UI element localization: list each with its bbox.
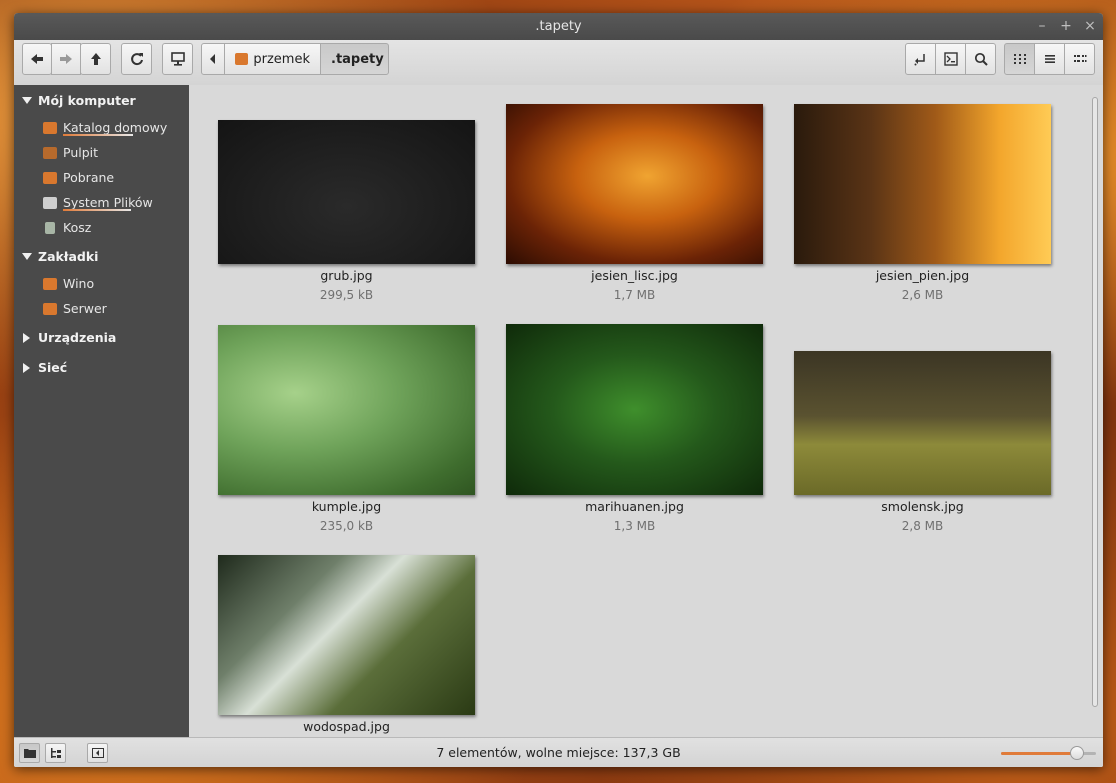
sidebar-item-downloads[interactable]: Pobrane	[43, 170, 114, 185]
label-underline	[63, 134, 133, 136]
file-size: 2,8 MB	[901, 519, 944, 533]
file-size: 1,3 MB	[613, 519, 656, 533]
file-thumbnail-jesien-lisc[interactable]	[506, 104, 763, 264]
sidebar-item-wino[interactable]: Wino	[43, 276, 94, 291]
scrollbar[interactable]	[1091, 85, 1099, 737]
window-title: .tapety	[535, 19, 582, 34]
expand-arrow-icon	[22, 253, 32, 260]
sidebar-item-serwer[interactable]: Serwer	[43, 301, 107, 316]
file-manager-window: .tapety – + × przemek .tapety Mój komput…	[14, 13, 1103, 767]
sidebar-section-network[interactable]: Sieć	[22, 360, 67, 375]
file-name: jesien_pien.jpg	[875, 268, 970, 283]
desktop-folder-icon	[43, 146, 57, 159]
drive-icon	[43, 196, 57, 209]
chevron-left-icon	[210, 54, 215, 64]
terminal-icon	[943, 52, 958, 66]
file-size: 299,5 kB	[319, 288, 374, 302]
status-text: 7 elementów, wolne miejsce: 137,3 GB	[436, 745, 681, 760]
maximize-button[interactable]: +	[1059, 13, 1073, 40]
downloads-folder-icon	[43, 171, 57, 184]
file-view: grub.jpg 299,5 kB jesien_lisc.jpg 1,7 MB…	[189, 85, 1103, 737]
arrow-right-icon	[60, 54, 72, 64]
file-size: 235,0 kB	[319, 519, 374, 533]
titlebar[interactable]: .tapety – + ×	[14, 13, 1103, 40]
compact-view-button[interactable]	[1064, 43, 1095, 75]
sidebar: Mój komputer Katalog domowy Pulpit Pobra…	[14, 85, 189, 737]
collapse-arrow-icon	[23, 362, 30, 373]
sidebar-item-trash[interactable]: Kosz	[43, 220, 91, 235]
breadcrumb-tapety[interactable]: .tapety	[320, 43, 389, 75]
file-thumbnail-kumple[interactable]	[218, 325, 475, 495]
forward-button[interactable]	[51, 43, 81, 75]
label-underline	[63, 209, 131, 211]
file-name: marihuanen.jpg	[585, 499, 684, 514]
zoom-slider[interactable]	[1001, 746, 1096, 760]
zoom-slider-knob[interactable]	[1070, 746, 1084, 760]
file-name: kumple.jpg	[311, 499, 382, 514]
list-view-button[interactable]	[1034, 43, 1065, 75]
close-button[interactable]: ×	[1083, 13, 1097, 40]
file-thumbnail-jesien-pien[interactable]	[794, 104, 1051, 264]
up-button[interactable]	[80, 43, 111, 75]
arrow-left-icon	[31, 54, 43, 64]
file-name: jesien_lisc.jpg	[591, 268, 678, 283]
trash-icon	[45, 221, 55, 234]
file-thumbnail-grub[interactable]	[218, 120, 475, 264]
sidebar-item-desktop[interactable]: Pulpit	[43, 145, 98, 160]
home-folder-icon	[43, 121, 57, 134]
sidebar-item-filesystem[interactable]: System Plików	[43, 195, 153, 210]
folder-icon	[43, 277, 57, 290]
reload-button[interactable]	[121, 43, 152, 75]
search-icon	[974, 52, 988, 66]
folder-icon	[43, 302, 57, 315]
sidebar-section-bookmarks[interactable]: Zakładki	[22, 249, 98, 264]
icon-view-button[interactable]	[1004, 43, 1035, 75]
home-folder-icon	[235, 53, 249, 65]
statusbar: 7 elementów, wolne miejsce: 137,3 GB	[14, 737, 1103, 767]
file-thumbnail-marihuanen[interactable]	[506, 324, 763, 495]
arrow-up-icon	[90, 53, 101, 65]
grid-view-icon	[1013, 54, 1026, 64]
sidebar-section-devices[interactable]: Urządzenia	[22, 330, 116, 345]
file-name: smolensk.jpg	[881, 499, 964, 514]
file-size: 2,6 MB	[901, 288, 944, 302]
location-entry-icon	[914, 54, 925, 66]
compact-view-icon	[1073, 55, 1086, 62]
file-thumbnail-wodospad[interactable]	[218, 555, 475, 715]
window-controls: – + ×	[1035, 13, 1097, 40]
toolbar: przemek .tapety	[14, 40, 1103, 86]
sidebar-section-my-computer[interactable]: Mój komputer	[22, 93, 136, 108]
sidebar-item-home[interactable]: Katalog domowy	[43, 120, 167, 135]
terminal-button[interactable]	[935, 43, 966, 75]
search-button[interactable]	[965, 43, 996, 75]
back-button[interactable]	[22, 43, 52, 75]
zoom-slider-fill	[1001, 752, 1077, 755]
file-size: 1,7 MB	[613, 288, 656, 302]
file-thumbnail-smolensk[interactable]	[794, 351, 1051, 495]
collapse-arrow-icon	[23, 332, 30, 343]
expand-arrow-icon	[22, 97, 32, 104]
toggle-location-button[interactable]	[905, 43, 936, 75]
file-name: grub.jpg	[320, 268, 373, 283]
computer-icon	[170, 52, 185, 66]
minimize-button[interactable]: –	[1035, 13, 1049, 40]
file-name: wodospad.jpg	[303, 719, 390, 734]
reload-icon	[130, 53, 143, 66]
breadcrumb-left-button[interactable]	[201, 43, 225, 75]
scrollbar-thumb[interactable]	[1092, 97, 1098, 707]
computer-button[interactable]	[162, 43, 193, 75]
list-view-icon	[1044, 55, 1055, 63]
breadcrumb-przemek[interactable]: przemek	[224, 43, 321, 75]
